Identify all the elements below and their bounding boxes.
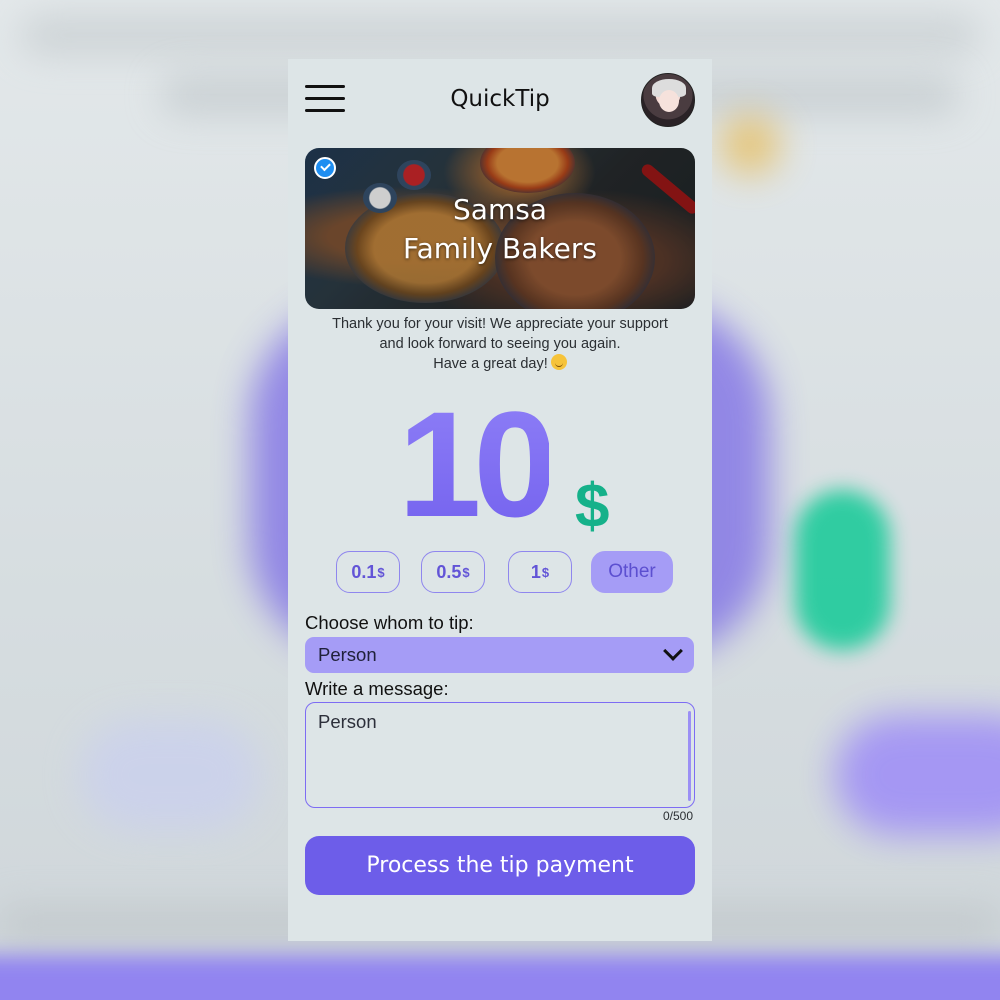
background-blur-shape — [20, 15, 980, 55]
background-blur-shape — [80, 720, 260, 830]
recipient-selected-value: Person — [318, 644, 377, 665]
message-label: Write a message: — [305, 678, 449, 699]
recipient-select[interactable]: Person — [305, 637, 694, 673]
thank-you-message: Thank you for your visit! We appreciate … — [288, 314, 712, 374]
preset-value: 1 — [530, 561, 541, 582]
message-line-last: Have a great day! — [288, 354, 712, 374]
preset-amounts: 0.1 $ 0.5 $ 1 $ Other — [336, 551, 676, 593]
background-blur-shape — [795, 490, 890, 650]
background-blur-shape — [720, 115, 780, 175]
process-payment-button[interactable]: Process the tip payment — [305, 836, 695, 895]
message-textarea[interactable]: Person — [305, 702, 695, 808]
message-line: Thank you for your visit! We appreciate … — [332, 316, 668, 332]
preset-button-0-5[interactable]: 0.5 $ — [421, 551, 485, 593]
business-name: Samsa Family Bakers — [305, 190, 695, 268]
preset-button-1[interactable]: 1 $ — [508, 551, 572, 593]
smiling-face-icon — [550, 354, 567, 370]
recipient-label: Choose whom to tip: — [305, 612, 474, 633]
preset-unit: $ — [377, 564, 385, 580]
preset-value: 0.1 — [351, 561, 377, 582]
character-counter: 0/500 — [662, 809, 693, 823]
preset-value: 0.5 — [436, 561, 462, 582]
message-line: and look forward to seeing you again. — [379, 336, 621, 352]
top-bar: QuickTip — [288, 59, 712, 143]
preset-button-0-1[interactable]: 0.1 $ — [336, 551, 400, 593]
background-blur-shape — [835, 715, 1000, 835]
currency-symbol: $ — [575, 472, 610, 541]
message-input-value: Person — [318, 711, 377, 732]
message-line: Have a great day! — [433, 356, 548, 372]
business-banner: Samsa Family Bakers — [305, 148, 695, 309]
tip-screen: QuickTip Samsa Family Bakers Thank you f… — [288, 59, 712, 941]
business-name-line2: Family Bakers — [403, 232, 597, 265]
verified-check-icon — [314, 157, 336, 179]
chevron-down-icon — [663, 641, 683, 661]
user-avatar[interactable] — [641, 73, 695, 127]
background-blur-shape — [0, 955, 1000, 1000]
business-name-line1: Samsa — [453, 193, 547, 226]
avatar-face — [659, 90, 679, 112]
preset-unit: $ — [541, 564, 550, 580]
preset-unit: $ — [462, 564, 470, 580]
other-amount-button[interactable]: Other — [591, 551, 673, 593]
textarea-scrollbar[interactable] — [688, 711, 691, 801]
tip-amount: 10 — [398, 380, 557, 548]
